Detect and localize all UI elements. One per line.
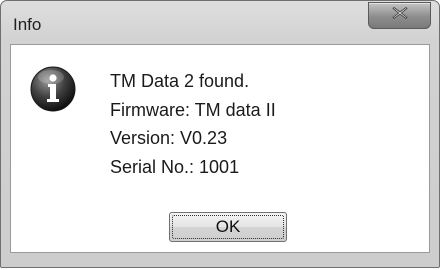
title-bar: Info xyxy=(1,1,439,43)
close-button[interactable] xyxy=(368,2,431,29)
information-icon xyxy=(30,66,76,112)
dialog-title: Info xyxy=(13,15,42,34)
info-dialog: Info TM Data 2 found. Firmware: TM data … xyxy=(0,0,440,268)
message-text: TM Data 2 found. Firmware: TM data II Ve… xyxy=(110,67,276,182)
message-line-found: TM Data 2 found. xyxy=(110,71,250,91)
message-line-serial: Serial No.: 1001 xyxy=(110,157,240,178)
ok-button[interactable]: OK xyxy=(169,212,287,242)
close-x-icon xyxy=(391,6,408,25)
ok-button-label: OK xyxy=(215,217,241,236)
message-panel: TM Data 2 found. Firmware: TM data II Ve… xyxy=(10,44,430,253)
message-line-firmware: Firmware: TM data II xyxy=(110,99,276,120)
message-line-version: Version: V0.23 xyxy=(110,128,228,149)
